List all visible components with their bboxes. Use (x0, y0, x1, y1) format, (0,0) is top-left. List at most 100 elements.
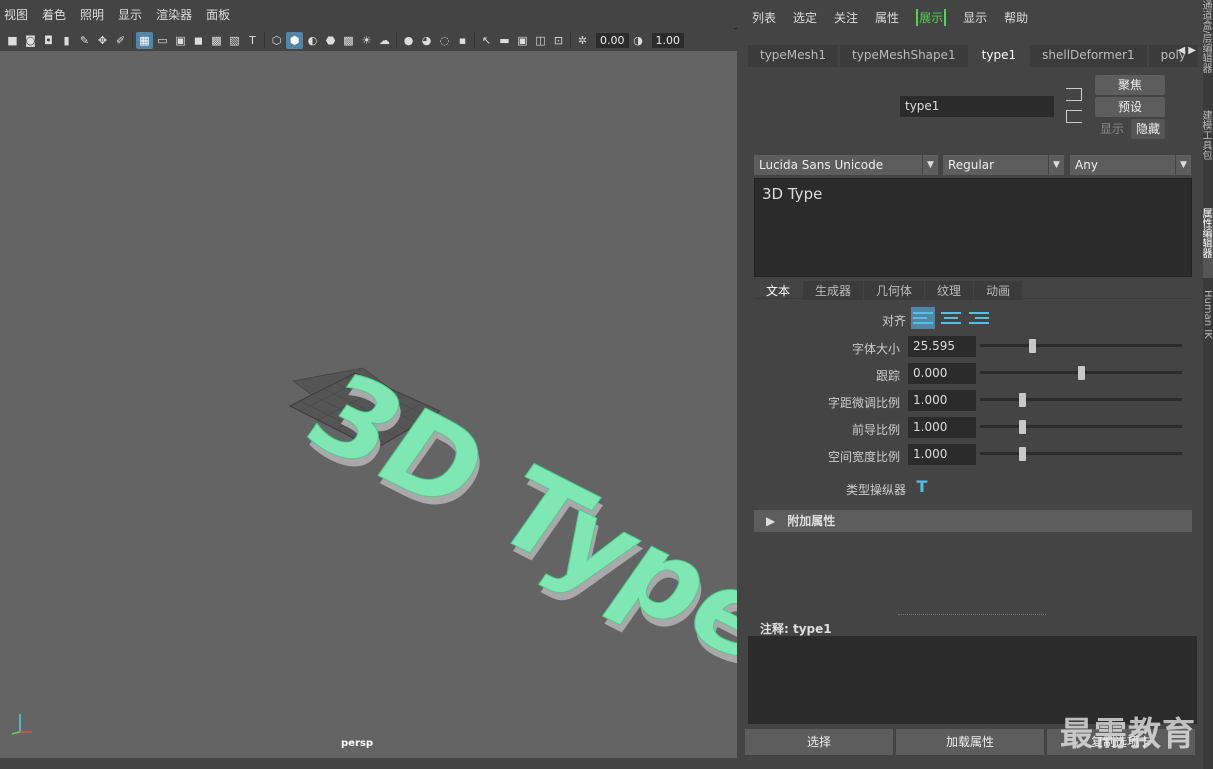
align-left-icon[interactable] (911, 307, 935, 329)
gamma-field[interactable]: 1.00 (651, 32, 684, 48)
camera-attr-icon[interactable]: ◙ (22, 32, 39, 49)
leading-scale-slider-track[interactable] (980, 425, 1182, 428)
menu-attributes[interactable]: 属性 (875, 9, 899, 26)
side-tab-attribute-editor[interactable]: 属性编辑器 (1203, 208, 1213, 278)
input-connection-icon[interactable] (1066, 88, 1082, 101)
menu-renderer[interactable]: 渲染器 (156, 6, 192, 23)
kerning-scale-slider-thumb[interactable] (1019, 393, 1026, 407)
font-family-dropdown[interactable]: Lucida Sans Unicode ▼ (754, 155, 938, 175)
menu-list[interactable]: 列表 (752, 9, 776, 26)
output-connection-icon[interactable] (1066, 110, 1082, 123)
gate-mask-icon[interactable]: ◼ (190, 32, 207, 49)
viewport-canvas[interactable]: 3D Type 3D Type (0, 51, 737, 758)
font-size-slider-thumb[interactable] (1028, 339, 1036, 353)
menu-display-highlighted[interactable]: 展示 (916, 8, 947, 26)
side-tab-channel-box[interactable]: 通道盒/层编辑器 (1203, 0, 1213, 100)
font-style-dropdown[interactable]: Regular ▼ (943, 155, 1064, 175)
anti-aliasing-icon[interactable]: ◌ (436, 32, 453, 49)
load-attributes-button[interactable]: 加载属性 (896, 729, 1044, 755)
menu-help[interactable]: 帮助 (1004, 9, 1028, 26)
grid-icon[interactable]: ▦ (136, 31, 153, 49)
space-width-scale-field[interactable]: 1.000 (908, 444, 976, 465)
side-tab-modeling-toolkit[interactable]: 建模工具包 (1203, 110, 1213, 200)
wireframe-on-shaded-icon[interactable]: ⬣ (322, 32, 339, 49)
focus-button[interactable]: 聚焦 (1095, 75, 1165, 95)
leading-scale-slider-thumb[interactable] (1019, 420, 1026, 434)
bookmark-icon[interactable]: ◘ (40, 32, 57, 49)
menu-selected[interactable]: 选定 (793, 9, 817, 26)
xray-icon[interactable]: ▬ (496, 32, 513, 49)
xray-joints-icon[interactable]: ◫ (532, 32, 549, 49)
depth-of-field-icon[interactable]: ▪ (454, 32, 471, 49)
safe-title-icon[interactable]: T (244, 32, 261, 49)
space-width-scale-slider-thumb[interactable] (1019, 447, 1026, 461)
xray-active-icon[interactable]: ▣ (514, 32, 531, 49)
menu-panels[interactable]: 面板 (206, 6, 230, 23)
axis-gizmo-icon (11, 714, 32, 735)
toolbar-divider (570, 32, 571, 48)
flat-shade-icon[interactable]: ◐ (304, 32, 321, 49)
chevron-down-icon: ▼ (922, 155, 938, 175)
font-charset-dropdown[interactable]: Any ▼ (1070, 155, 1191, 175)
exposure-field[interactable]: 0.00 (596, 32, 629, 48)
extra-attributes-section[interactable]: ▶ 附加属性 (754, 510, 1192, 532)
font-size-slider-track[interactable] (980, 344, 1182, 347)
kerning-scale-slider-track[interactable] (980, 398, 1182, 401)
menu-show[interactable]: 显示 (963, 9, 987, 26)
field-chart-icon[interactable]: ▩ (208, 32, 225, 49)
extra-attributes-label: 附加属性 (787, 514, 836, 528)
select-button[interactable]: 选择 (745, 729, 893, 755)
menu-lighting[interactable]: 照明 (80, 6, 104, 23)
chevron-down-icon: ▼ (1175, 155, 1191, 175)
align-center-icon[interactable] (939, 307, 963, 329)
menu-focus[interactable]: 关注 (834, 9, 858, 26)
lights-icon[interactable]: ☀ (358, 32, 375, 49)
motion-blur-icon[interactable]: ◕ (418, 32, 435, 49)
toolbar-divider (474, 32, 475, 48)
film-gate-icon[interactable]: ▭ (154, 32, 171, 49)
type-text-input[interactable]: 3D Type (754, 178, 1192, 277)
space-width-scale-slider-track[interactable] (980, 452, 1182, 455)
resolution-gate-icon[interactable]: ▣ (172, 32, 189, 49)
side-tab-human-ik[interactable]: Human IK (1203, 290, 1213, 360)
type-name-field[interactable]: type1 (900, 96, 1054, 117)
3d-type-text[interactable]: 3D Type 3D Type (280, 349, 737, 693)
hide-button[interactable]: 隐藏 (1131, 119, 1165, 139)
tab-shelldeformer1[interactable]: shellDeformer1 (1030, 45, 1147, 67)
align-label: 对齐 (881, 314, 906, 328)
tab-type1[interactable]: type1 (969, 45, 1029, 67)
camera-icon[interactable]: ■ (4, 32, 21, 49)
shadows-icon[interactable]: ☁ (376, 32, 393, 49)
gamma-icon[interactable]: ◑ (630, 32, 647, 49)
show-button[interactable]: 显示 (1095, 119, 1129, 139)
tab-typemesh1[interactable]: typeMesh1 (748, 45, 839, 67)
wireframe-icon[interactable]: ⬡ (268, 32, 285, 49)
backface-icon[interactable]: ⊡ (550, 32, 567, 49)
smooth-shade-icon[interactable]: ⬢ (286, 31, 303, 49)
menu-show[interactable]: 显示 (118, 6, 142, 23)
tracking-slider-thumb[interactable] (1077, 366, 1085, 380)
safe-action-icon[interactable]: ▧ (226, 32, 243, 49)
type-manipulator-icon[interactable]: T (911, 477, 933, 499)
textured-icon[interactable]: ▩ (340, 32, 357, 49)
align-right-icon[interactable] (967, 307, 991, 329)
isolate-select-icon[interactable]: ↖ (478, 32, 495, 49)
chevron-down-icon: ▼ (1048, 155, 1064, 175)
tracking-field[interactable]: 0.000 (908, 363, 976, 384)
font-size-field[interactable]: 25.595 (908, 336, 976, 357)
image-plane-icon[interactable]: ✎ (76, 32, 93, 49)
bookmark-flag-icon[interactable]: ▮ (58, 32, 75, 49)
exposure-icon[interactable]: ✲ (574, 32, 591, 49)
tab-scroll-arrows-icon[interactable]: ◀ ▶ (1177, 45, 1196, 56)
menu-view[interactable]: 视图 (4, 6, 28, 23)
preset-button[interactable]: 预设 (1095, 97, 1165, 117)
leading-scale-field[interactable]: 1.000 (908, 417, 976, 438)
tab-typemeshshape1[interactable]: typeMeshShape1 (840, 45, 968, 67)
type-manipulator-label: 类型操纵器 (845, 483, 906, 497)
2d-pan-icon[interactable]: ✐ (112, 32, 129, 49)
menu-shading[interactable]: 着色 (42, 6, 66, 23)
splitter-handle[interactable] (898, 614, 1046, 615)
grease-pencil-icon[interactable]: ✥ (94, 32, 111, 49)
kerning-scale-field[interactable]: 1.000 (908, 390, 976, 411)
screen-space-ao-icon[interactable]: ● (400, 32, 417, 49)
